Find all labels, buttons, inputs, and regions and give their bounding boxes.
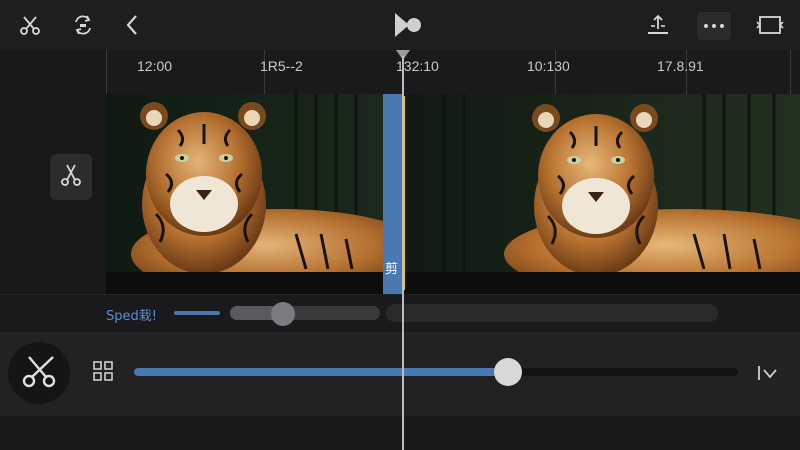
speed-label: Sped栽! — [106, 309, 157, 324]
speed-slider[interactable] — [230, 306, 380, 320]
video-clip[interactable] — [106, 94, 383, 272]
fullscreen-icon — [756, 14, 784, 36]
ruler-tick-label: 17.8.91 — [657, 58, 704, 74]
playhead-highlight — [403, 96, 405, 290]
bottom-strip — [0, 416, 800, 450]
scissors-icon — [59, 162, 83, 192]
grid-button[interactable] — [90, 360, 116, 386]
collapse-chevron-icon — [757, 364, 779, 386]
app-logo-icon — [392, 11, 424, 39]
ruler-tick-label: 1R5--2 — [260, 58, 303, 74]
fullscreen-button[interactable] — [753, 8, 787, 42]
scissors-icon — [19, 351, 59, 395]
main-slider-knob[interactable] — [494, 358, 523, 386]
app-logo — [388, 8, 428, 42]
export-button[interactable] — [641, 8, 675, 42]
speed-track-bar — [386, 304, 718, 322]
grid-icon — [92, 360, 114, 386]
more-button[interactable] — [697, 12, 731, 40]
speed-slider-knob[interactable] — [270, 302, 295, 326]
speed-row: Sped栽! — [0, 294, 800, 332]
bottom-controls — [0, 332, 800, 416]
main-slider[interactable] — [134, 368, 738, 376]
cut-label: 剪 — [385, 262, 399, 277]
video-clip[interactable] — [404, 94, 800, 272]
tiger-thumbnail — [106, 94, 383, 272]
speed-indicator — [174, 311, 220, 315]
swap-icon — [71, 13, 95, 37]
ruler-tick-label: 10:130 — [527, 58, 570, 74]
swap-button[interactable] — [66, 8, 100, 42]
track-split-button[interactable] — [50, 154, 92, 200]
back-chevron-icon — [122, 13, 142, 37]
video-track: 剪 — [106, 94, 800, 294]
ruler-tick-label: 12:00 — [137, 58, 173, 74]
tiger-thumbnail — [404, 94, 800, 272]
cut-button[interactable] — [8, 342, 70, 404]
collapse-button[interactable] — [754, 362, 782, 388]
back-button[interactable] — [115, 8, 149, 42]
scissors-button[interactable] — [13, 8, 47, 42]
main-slider-fill — [134, 368, 509, 376]
more-icon — [703, 23, 725, 29]
ruler-tick — [790, 50, 791, 94]
scissors-icon — [18, 13, 42, 37]
ruler-tick — [106, 50, 107, 94]
top-toolbar — [0, 0, 800, 50]
export-icon — [645, 13, 671, 37]
